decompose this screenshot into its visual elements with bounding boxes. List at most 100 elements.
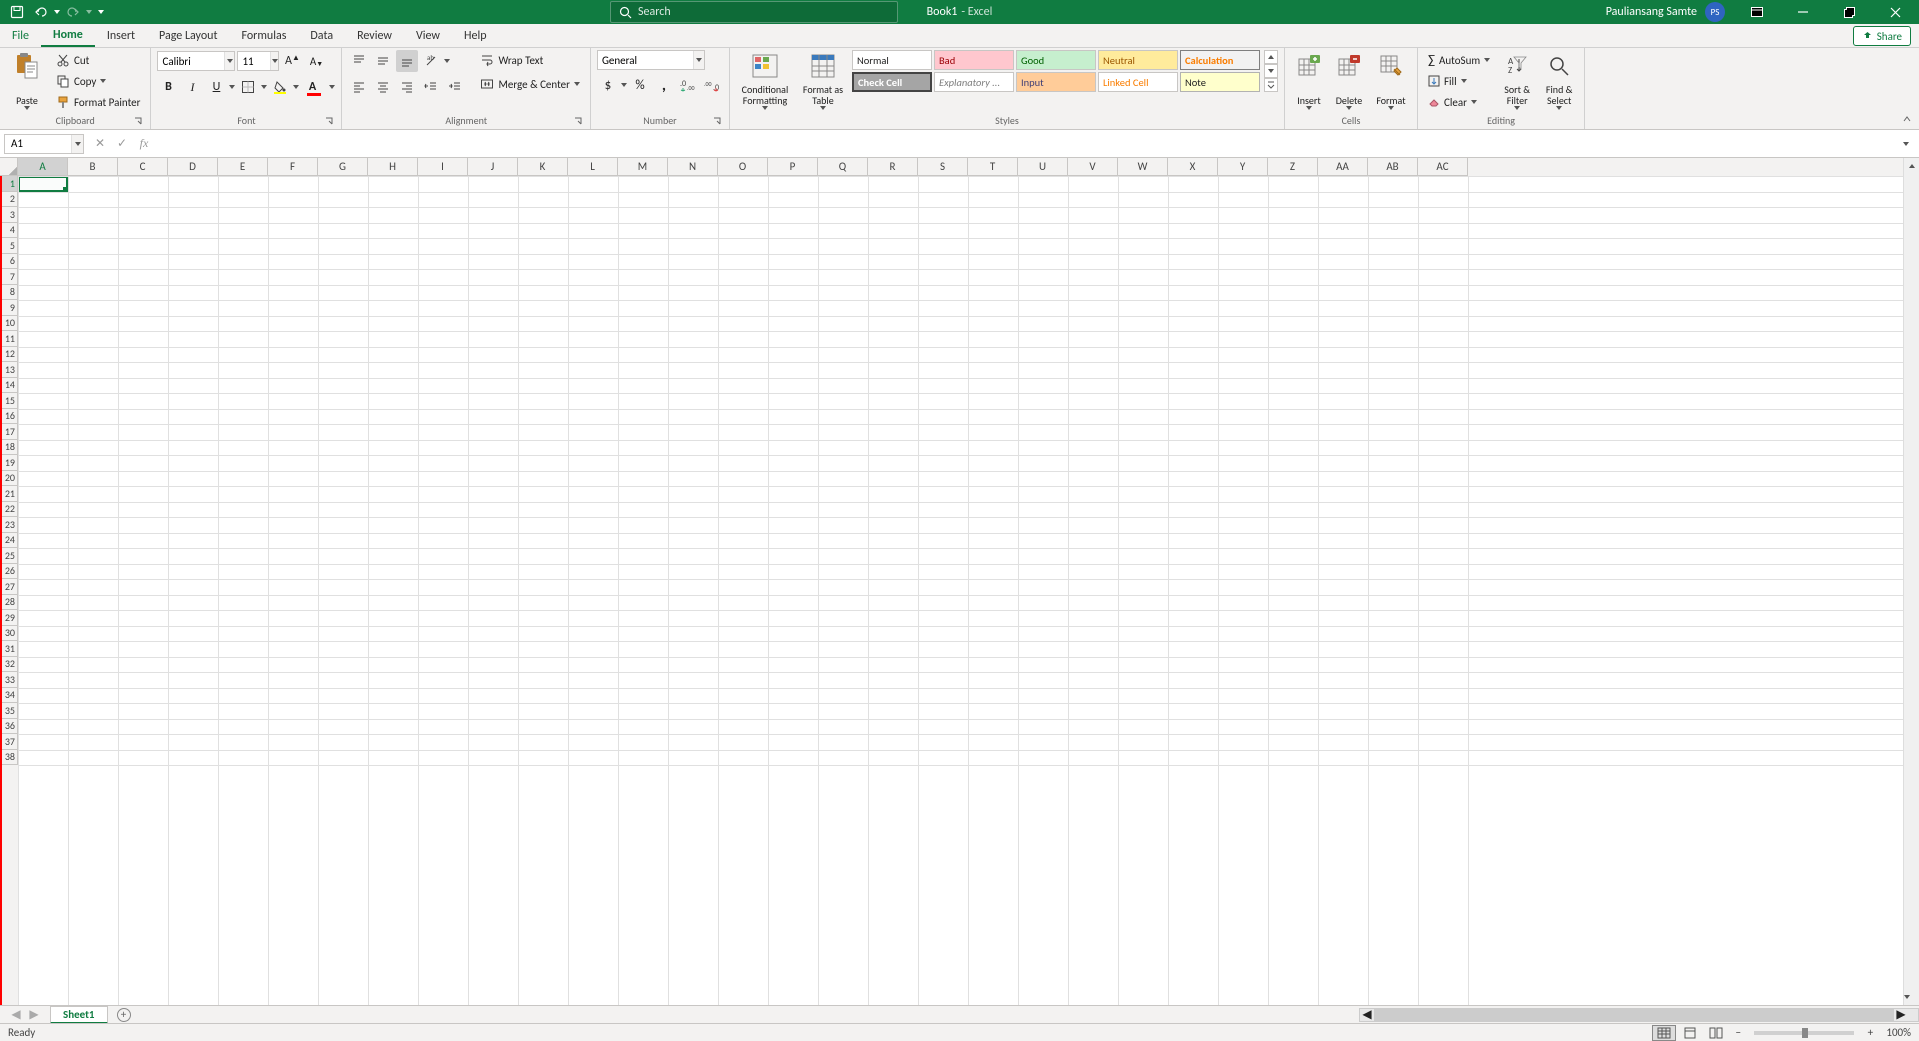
tab-page-layout[interactable]: Page Layout xyxy=(147,24,229,47)
styles-scroll-down[interactable] xyxy=(1264,64,1278,78)
insert-function-button[interactable]: fx xyxy=(134,134,154,154)
styles-expand[interactable] xyxy=(1264,78,1278,92)
underline-button[interactable]: U xyxy=(205,76,227,98)
number-format-dropdown-icon[interactable] xyxy=(693,51,704,69)
column-header-T[interactable]: T xyxy=(968,158,1018,176)
merge-dropdown-icon[interactable] xyxy=(574,82,580,86)
row-header-16[interactable]: 16 xyxy=(2,409,18,425)
column-header-E[interactable]: E xyxy=(218,158,268,176)
decrease-font-size-button[interactable]: A▼ xyxy=(305,50,327,72)
increase-indent-button[interactable] xyxy=(444,76,466,98)
row-header-11[interactable]: 11 xyxy=(2,331,18,347)
cells-area[interactable] xyxy=(18,176,1919,1005)
row-header-5[interactable]: 5 xyxy=(2,238,18,254)
column-header-U[interactable]: U xyxy=(1018,158,1068,176)
row-header-30[interactable]: 30 xyxy=(2,626,18,642)
column-header-L[interactable]: L xyxy=(568,158,618,176)
column-header-Y[interactable]: Y xyxy=(1218,158,1268,176)
row-header-27[interactable]: 27 xyxy=(2,579,18,595)
clear-button[interactable]: Clear xyxy=(1424,92,1494,112)
autosum-button[interactable]: ∑ AutoSum xyxy=(1424,50,1494,70)
column-header-S[interactable]: S xyxy=(918,158,968,176)
accounting-format-button[interactable]: $ xyxy=(597,74,619,96)
orientation-button[interactable]: ab xyxy=(420,50,442,72)
column-header-D[interactable]: D xyxy=(168,158,218,176)
row-header-21[interactable]: 21 xyxy=(2,486,18,502)
row-header-25[interactable]: 25 xyxy=(2,548,18,564)
row-header-31[interactable]: 31 xyxy=(2,641,18,657)
zoom-slider-thumb[interactable] xyxy=(1802,1028,1808,1038)
style-bad[interactable]: Bad xyxy=(934,50,1014,70)
row-header-19[interactable]: 19 xyxy=(2,455,18,471)
name-box-dropdown[interactable] xyxy=(71,135,83,153)
zoom-slider[interactable] xyxy=(1754,1031,1854,1035)
orientation-dropdown-icon[interactable] xyxy=(444,59,450,63)
cut-button[interactable]: Cut xyxy=(52,50,144,70)
column-header-AC[interactable]: AC xyxy=(1418,158,1468,176)
style-explanatory[interactable]: Explanatory ... xyxy=(934,72,1014,92)
hscroll-left[interactable]: ◀ xyxy=(1360,1007,1374,1022)
align-middle-button[interactable] xyxy=(372,50,394,72)
row-header-1[interactable]: 1 xyxy=(2,176,18,192)
autosum-dropdown-icon[interactable] xyxy=(1484,58,1490,62)
tab-file[interactable]: File xyxy=(0,24,41,47)
font-size-dropdown-icon[interactable] xyxy=(270,52,279,70)
style-input[interactable]: Input xyxy=(1016,72,1096,92)
share-button[interactable]: Share xyxy=(1853,26,1911,46)
sort-filter-button[interactable]: AZ Sort & Filter xyxy=(1498,50,1536,112)
undo-dropdown-icon[interactable] xyxy=(54,10,60,14)
minimize-button[interactable] xyxy=(1781,0,1825,24)
column-header-V[interactable]: V xyxy=(1068,158,1118,176)
collapse-ribbon-button[interactable] xyxy=(1899,111,1915,127)
formula-bar-expand-button[interactable] xyxy=(1897,135,1915,153)
qat-customize-button[interactable] xyxy=(94,1,108,23)
row-header-8[interactable]: 8 xyxy=(2,285,18,301)
row-header-15[interactable]: 15 xyxy=(2,393,18,409)
decrease-decimal-button[interactable]: .00.0 xyxy=(701,74,723,96)
horizontal-scrollbar[interactable]: ◀ ▶ xyxy=(1359,1008,1919,1022)
style-normal[interactable]: Normal xyxy=(852,50,932,70)
row-header-22[interactable]: 22 xyxy=(2,502,18,518)
name-box[interactable] xyxy=(4,134,84,154)
hscroll-thumb[interactable] xyxy=(1374,1009,1894,1021)
align-left-button[interactable] xyxy=(348,76,370,98)
column-header-H[interactable]: H xyxy=(368,158,418,176)
row-header-12[interactable]: 12 xyxy=(2,347,18,363)
column-header-A[interactable]: A xyxy=(18,158,68,176)
style-check-cell[interactable]: Check Cell xyxy=(852,72,932,92)
font-color-dropdown-icon[interactable] xyxy=(329,85,335,89)
conditional-formatting-button[interactable]: Conditional Formatting xyxy=(736,50,794,112)
align-center-button[interactable] xyxy=(372,76,394,98)
insert-cells-button[interactable]: Insert xyxy=(1291,50,1327,112)
row-header-37[interactable]: 37 xyxy=(2,734,18,750)
zoom-out-button[interactable]: − xyxy=(1730,1025,1746,1041)
column-header-F[interactable]: F xyxy=(268,158,318,176)
column-header-W[interactable]: W xyxy=(1118,158,1168,176)
format-painter-button[interactable]: Format Painter xyxy=(52,92,144,112)
row-header-4[interactable]: 4 xyxy=(2,223,18,239)
formula-input[interactable] xyxy=(160,134,1897,154)
fill-color-dropdown-icon[interactable] xyxy=(293,85,299,89)
percent-format-button[interactable]: % xyxy=(629,74,651,96)
merge-center-button[interactable]: Merge & Center xyxy=(476,74,584,94)
normal-view-button[interactable] xyxy=(1652,1025,1676,1041)
zoom-level[interactable]: 100% xyxy=(1886,1026,1911,1039)
maximize-button[interactable] xyxy=(1827,0,1871,24)
font-name-input[interactable] xyxy=(158,55,224,68)
zoom-in-button[interactable]: + xyxy=(1862,1025,1878,1041)
clear-dropdown-icon[interactable] xyxy=(1471,100,1477,104)
borders-dropdown-icon[interactable] xyxy=(261,85,267,89)
row-header-34[interactable]: 34 xyxy=(2,688,18,704)
tab-home[interactable]: Home xyxy=(41,24,95,47)
close-button[interactable] xyxy=(1873,0,1917,24)
increase-decimal-button[interactable]: .0.00 xyxy=(677,74,699,96)
column-header-R[interactable]: R xyxy=(868,158,918,176)
clipboard-launcher[interactable] xyxy=(132,115,144,127)
accounting-dropdown-icon[interactable] xyxy=(621,83,627,87)
column-header-P[interactable]: P xyxy=(768,158,818,176)
row-header-20[interactable]: 20 xyxy=(2,471,18,487)
tab-insert[interactable]: Insert xyxy=(95,24,147,47)
tab-view[interactable]: View xyxy=(404,24,452,47)
account-username[interactable]: Pauliansang Samte xyxy=(1606,5,1697,19)
styles-scroll-up[interactable] xyxy=(1264,50,1278,64)
